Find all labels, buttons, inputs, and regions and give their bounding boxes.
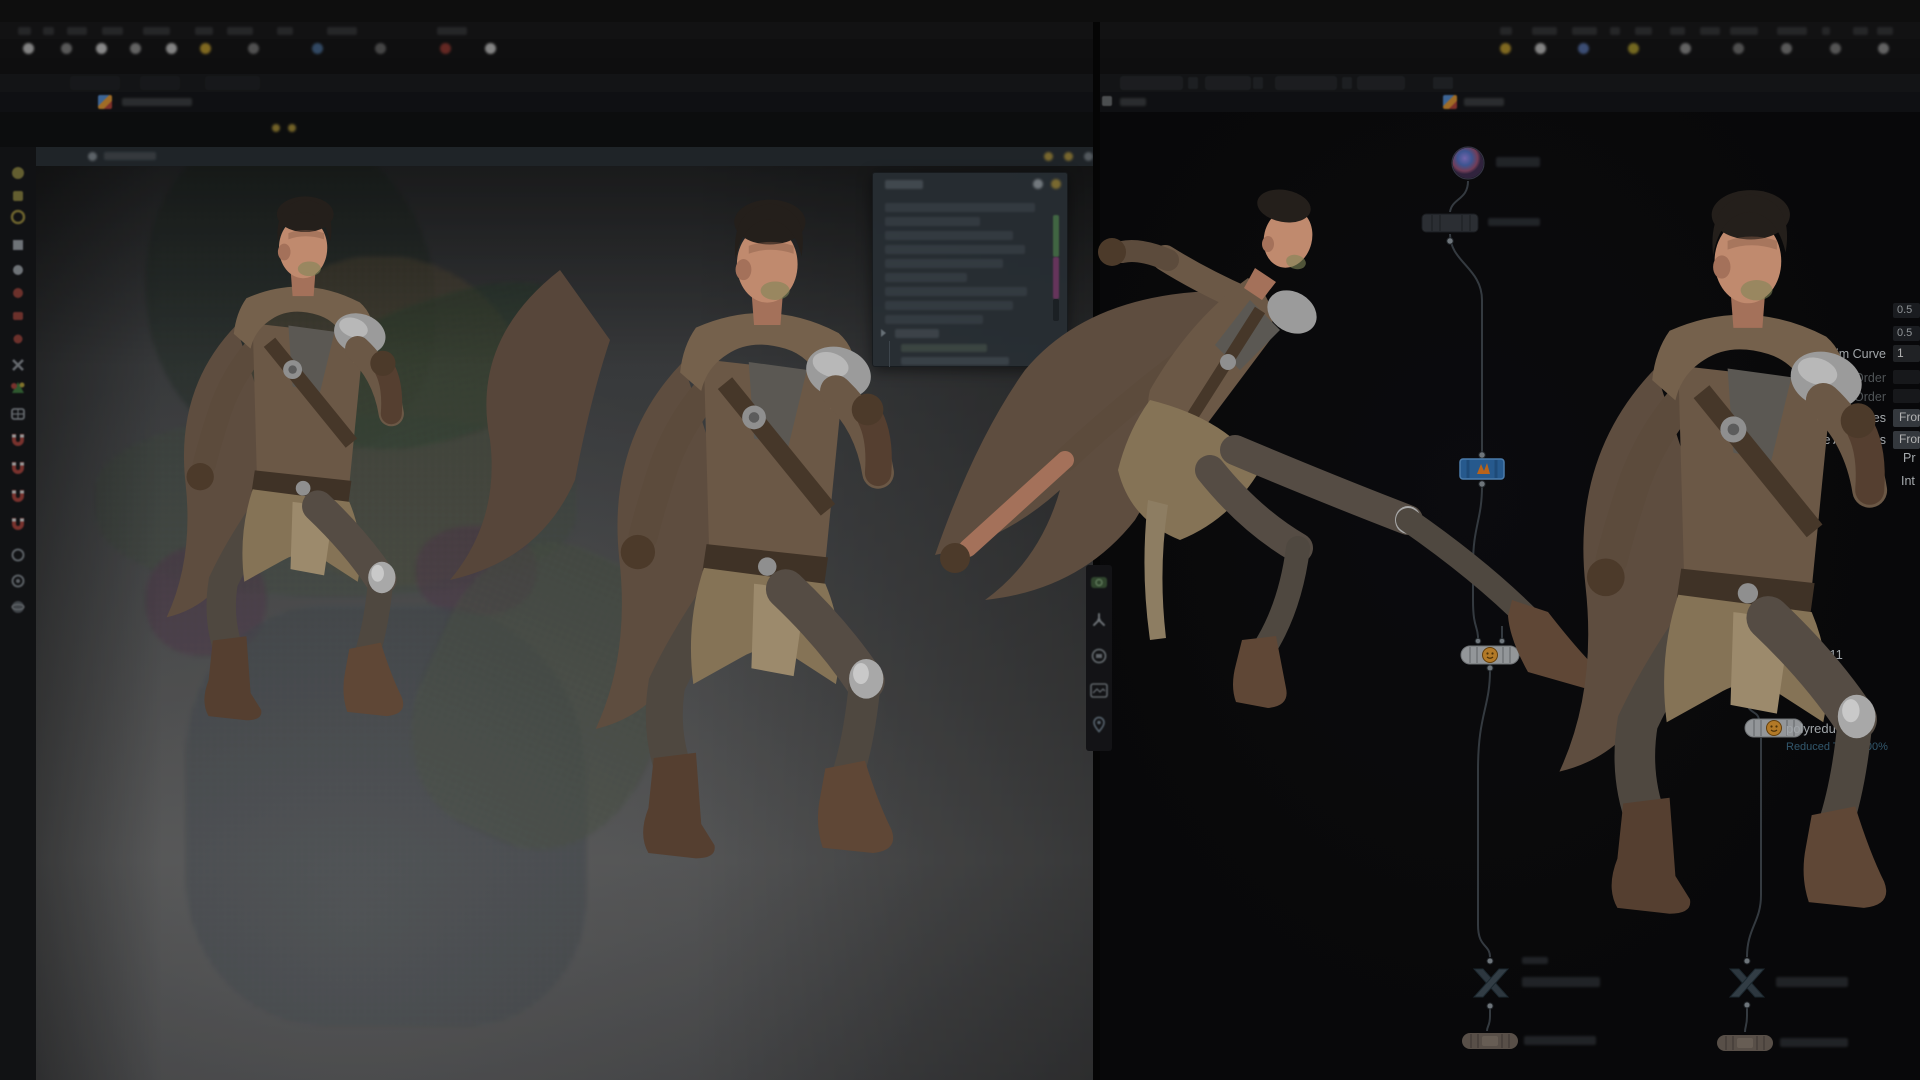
- character-render-layer: [0, 0, 1920, 1080]
- app-stage: rem remesh11 polyreduce14 Reduced To: 50…: [0, 0, 1920, 1080]
- character-render-4: [1559, 190, 1886, 914]
- character-render-3: [935, 186, 1598, 708]
- character-2-cape: [450, 270, 610, 580]
- character-render-2: [596, 200, 894, 859]
- character-render-1: [167, 196, 404, 720]
